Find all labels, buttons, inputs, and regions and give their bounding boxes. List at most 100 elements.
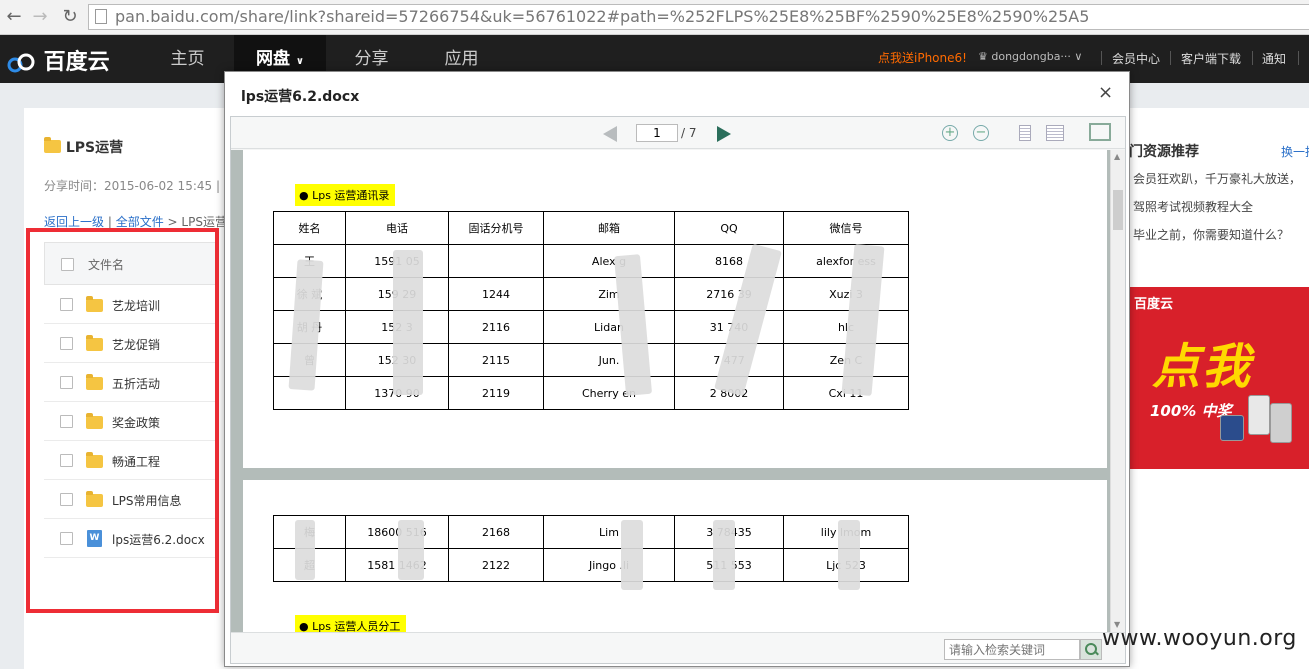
table-cell: Lidan xyxy=(543,310,675,344)
table-row: 徐 斌159 291244Zim2716 39Xuzi 3 xyxy=(273,277,909,311)
prev-page-icon[interactable] xyxy=(603,126,617,142)
divider xyxy=(1298,51,1299,65)
hot-item[interactable]: 驾照考试视频教程大全 xyxy=(1133,198,1253,215)
table-row: 超1581 14622122Jingo .li511 553Ljc 523 xyxy=(273,548,909,582)
table-cell: Jun. xyxy=(543,343,675,377)
column-header: 微信号 xyxy=(783,211,909,245)
folder-icon xyxy=(44,137,61,153)
contacts-table-continued: 梅18600 5162168Lim3 78435lily lmom 超1581 … xyxy=(273,515,909,582)
client-download-link[interactable]: 客户端下载 xyxy=(1181,50,1241,67)
double-page-icon[interactable] xyxy=(1046,125,1064,141)
table-cell: Alex g xyxy=(543,244,675,278)
divider xyxy=(1101,51,1102,65)
ad-logo: 百度云 xyxy=(1134,297,1174,312)
table-cell: 2122 xyxy=(448,548,544,582)
column-header: QQ xyxy=(674,211,784,245)
forward-arrow-icon[interactable]: → xyxy=(29,6,51,28)
table-cell: 18600 516 xyxy=(345,515,449,549)
scrollbar-thumb[interactable] xyxy=(1113,190,1123,230)
logo-text: 百度云 xyxy=(43,50,110,75)
table-cell: 2119 xyxy=(448,376,544,410)
promo-link[interactable]: 点我送iPhone6! xyxy=(878,49,967,66)
ad-headline: 点我 xyxy=(1152,339,1253,395)
redaction-mark xyxy=(713,520,735,590)
redaction-mark xyxy=(621,520,643,590)
back-arrow-icon[interactable]: ← xyxy=(3,6,25,28)
chevron-down-icon: ∨ xyxy=(295,56,305,67)
redaction-mark xyxy=(838,520,860,590)
refresh-link[interactable]: 换一批 xyxy=(1281,143,1309,160)
document-pages: ● Lps 运营通讯录 姓名 电话 固话分机号 邮箱 QQ 微信号 王1591 … xyxy=(231,150,1125,632)
redaction-mark xyxy=(393,250,423,395)
close-icon[interactable]: × xyxy=(1098,82,1113,103)
table-header-row: 姓名 电话 固话分机号 邮箱 QQ 微信号 xyxy=(273,211,909,245)
hot-item[interactable]: 毕业之前，你需要知道什么？ xyxy=(1133,226,1289,243)
table-row: 曾152 302115Jun.7 477Zen C xyxy=(273,343,909,377)
table-cell: Jingo .li xyxy=(543,548,675,582)
phone-image xyxy=(1270,403,1292,443)
highlight-box xyxy=(26,228,219,613)
phone-image xyxy=(1248,395,1270,435)
table-row: 梅18600 5162168Lim3 78435lily lmom xyxy=(273,515,909,549)
breadcrumb-current: > LPS运营 xyxy=(167,215,227,229)
contacts-table: 姓名 电话 固话分机号 邮箱 QQ 微信号 王1591 05Alex g8168… xyxy=(273,211,909,410)
divider xyxy=(1170,51,1171,65)
watermark: www.wooyun.org xyxy=(1102,626,1297,651)
fullscreen-icon[interactable] xyxy=(1089,123,1111,141)
document-page: 梅18600 5162168Lim3 78435lily lmom 超1581 … xyxy=(243,480,1107,632)
document-page: ● Lps 运营通讯录 姓名 电话 固话分机号 邮箱 QQ 微信号 王1591 … xyxy=(243,150,1107,468)
next-page-icon[interactable] xyxy=(717,126,731,142)
username: dongdongba··· ∨ xyxy=(991,50,1083,63)
table-cell xyxy=(448,244,544,278)
column-header: 电话 xyxy=(345,211,449,245)
table-cell: 1244 xyxy=(448,277,544,311)
table-cell: Cherry en xyxy=(543,376,675,410)
zoom-out-icon[interactable]: − xyxy=(973,125,989,141)
ad-banner[interactable]: 百度云 点我 100% 中奖 xyxy=(1130,287,1309,469)
baidu-cloud-logo[interactable]: 百度云 xyxy=(6,44,110,75)
table-cell: Xuzi 3 xyxy=(783,277,909,311)
scroll-up-icon[interactable]: ▲ xyxy=(1114,152,1120,161)
table-cell: Lim xyxy=(543,515,675,549)
dialog-title: lps运营6.2.docx xyxy=(241,89,360,105)
column-header: 姓名 xyxy=(273,211,346,245)
page-number-input[interactable] xyxy=(636,124,678,142)
table-row: 胡 丹152 32116Lidan31 740hlc xyxy=(273,310,909,344)
single-page-icon[interactable] xyxy=(1019,125,1031,141)
notifications-link[interactable]: 通知 xyxy=(1262,50,1286,67)
document-viewer: / 7 + − ● Lps 运营通讯录 姓名 电话 固话分机号 邮箱 QQ 微 xyxy=(230,116,1126,664)
table-cell: 2115 xyxy=(448,343,544,377)
vip-center-link[interactable]: 会员中心 xyxy=(1112,50,1160,67)
table-cell: alexfor ess xyxy=(783,244,909,278)
table-cell: 2168 xyxy=(448,515,544,549)
all-files-link[interactable]: 全部文件 xyxy=(116,215,164,229)
hot-item[interactable]: 会员狂欢趴，千万豪礼大放送， xyxy=(1133,170,1301,187)
divider xyxy=(1252,51,1253,65)
address-bar[interactable]: pan.baidu.com/share/link?shareid=5726675… xyxy=(88,4,1309,30)
document-search-input[interactable] xyxy=(944,639,1080,660)
document-scrollbar[interactable]: ▲ ▼ xyxy=(1110,150,1125,632)
back-link[interactable]: 返回上一级 xyxy=(44,215,104,229)
cloud-logo-icon xyxy=(7,53,35,73)
section-heading: ● Lps 运营通讯录 xyxy=(295,184,396,206)
table-cell: Zim xyxy=(543,277,675,311)
url-text: pan.baidu.com/share/link?shareid=5726675… xyxy=(115,7,1090,26)
table-row: 1370 902119Cherry en2 8002Cxi 11 xyxy=(273,376,909,410)
folder-title: LPS运营 xyxy=(44,137,123,157)
zoom-in-icon[interactable]: + xyxy=(942,125,958,141)
breadcrumb-separator: | xyxy=(107,215,116,229)
reload-icon[interactable]: ↻ xyxy=(59,6,81,28)
hot-resources-title: 门资源推荐 xyxy=(1129,144,1199,160)
search-icon[interactable] xyxy=(1080,639,1102,660)
table-cell: 2116 xyxy=(448,310,544,344)
page-icon xyxy=(95,9,107,24)
crown-icon: ♛ xyxy=(978,50,988,63)
user-menu[interactable]: ♛ dongdongba··· ∨ xyxy=(978,50,1082,63)
nav-home[interactable]: 主页 xyxy=(150,35,225,83)
viewer-footer xyxy=(231,632,1125,663)
card-image xyxy=(1220,415,1244,441)
table-cell: 1581 1462 xyxy=(345,548,449,582)
viewer-toolbar: / 7 + − xyxy=(231,117,1125,149)
column-header: 邮箱 xyxy=(543,211,675,245)
table-row: 王1591 05Alex g8168alexfor ess xyxy=(273,244,909,278)
